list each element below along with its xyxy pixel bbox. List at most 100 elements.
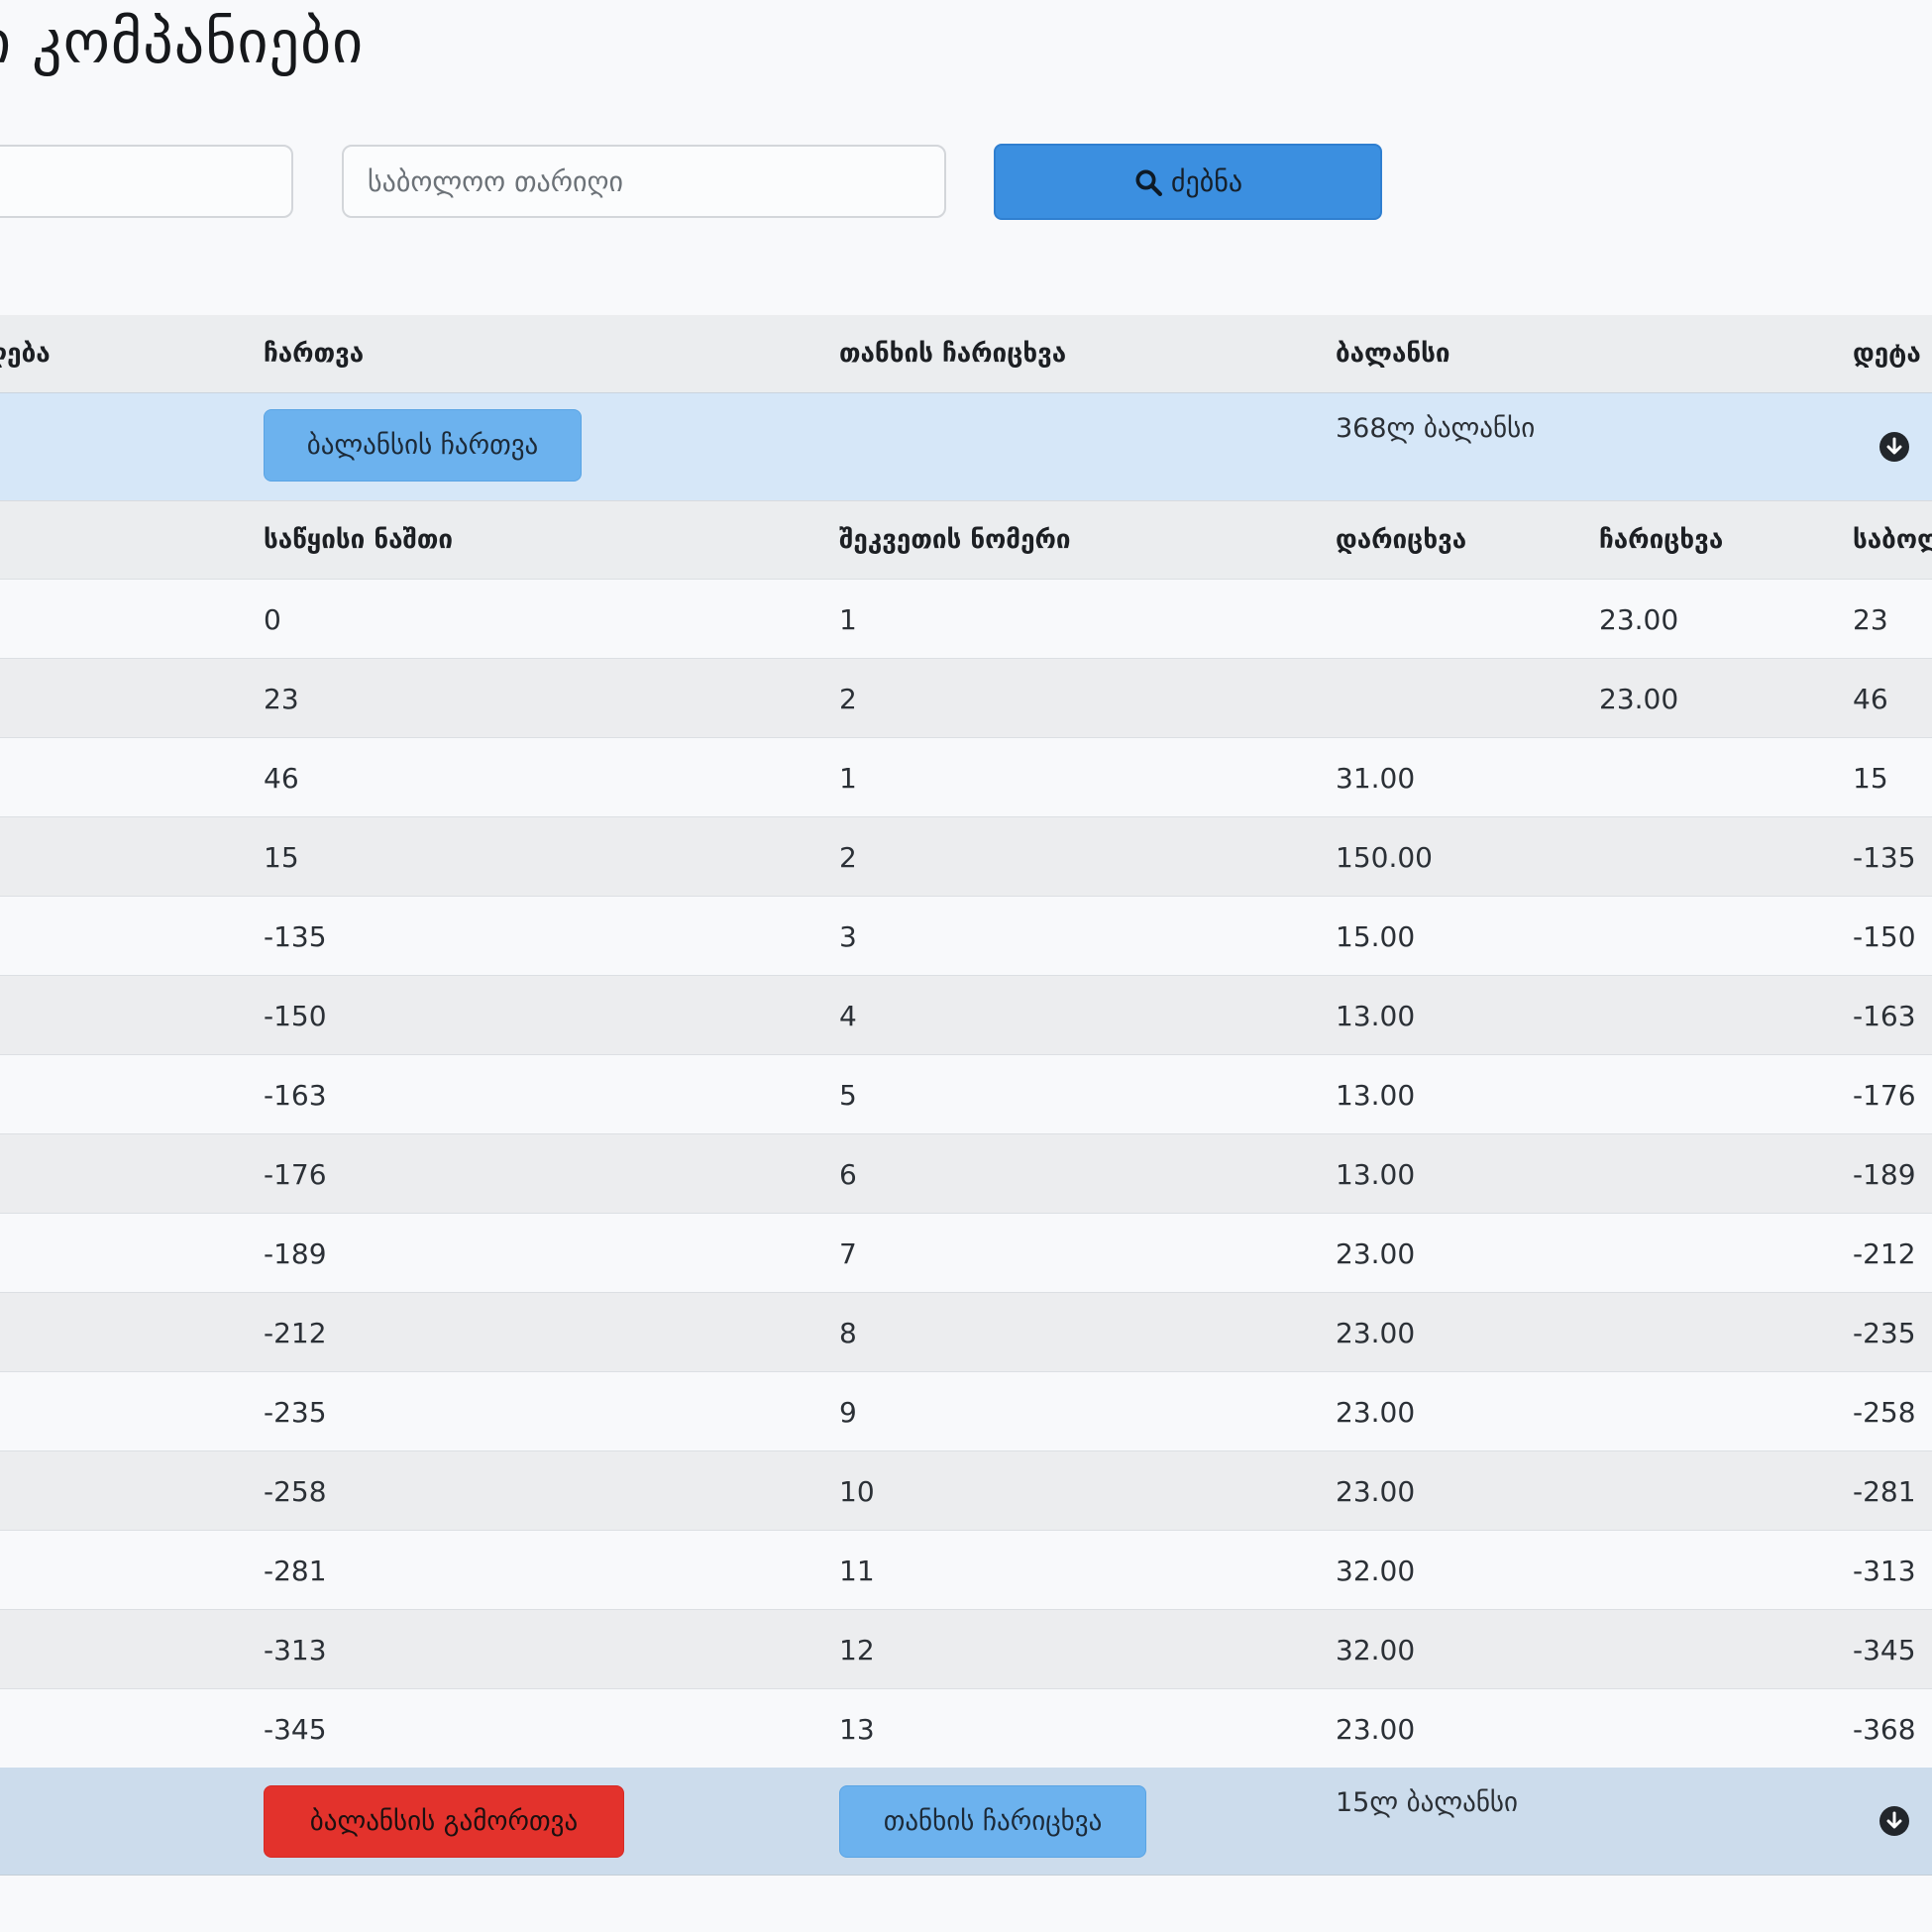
header-cell: თანხის ჩარიცხვა <box>839 339 1067 369</box>
start-date-input[interactable] <box>0 145 293 218</box>
cell-initial: -176 <box>264 1157 327 1191</box>
cell-debit: 150.00 <box>1336 840 1433 874</box>
cell-final: -258 <box>1853 1395 1916 1429</box>
header-cell: შეკვეთის ნომერი <box>839 525 1071 555</box>
cell-initial: -135 <box>264 919 327 953</box>
table-row: -150 4 13.00 -163 <box>0 975 1932 1055</box>
table-row: 23 2 23.00 46 <box>0 658 1932 738</box>
search-label: ძებნა <box>1170 165 1243 198</box>
header-cell: დეტა <box>1853 339 1921 369</box>
cell-debit: 23.00 <box>1336 1474 1416 1508</box>
cell-debit: 23.00 <box>1336 1395 1416 1429</box>
cell-final: -235 <box>1853 1316 1916 1349</box>
search-icon <box>1135 169 1162 196</box>
deposit-button[interactable]: თანხის ჩარიცხვა <box>839 1785 1146 1858</box>
table-row: -281 11 32.00 -313 <box>0 1530 1932 1610</box>
cell-final: 23 <box>1853 602 1888 636</box>
header-cell: ღება <box>0 339 51 369</box>
cell-order: 10 <box>839 1474 875 1508</box>
header-cell: საბოლ <box>1853 525 1932 555</box>
cell-order: 13 <box>839 1712 875 1746</box>
cell-debit: 15.00 <box>1336 919 1416 953</box>
cell-initial: -345 <box>264 1712 327 1746</box>
cell-final: -135 <box>1853 840 1916 874</box>
table-row: -189 7 23.00 -212 <box>0 1213 1932 1293</box>
cell-initial: -212 <box>264 1316 327 1349</box>
table-row: -313 12 32.00 -345 <box>0 1609 1932 1689</box>
cell-initial: -150 <box>264 999 327 1032</box>
cell-final: -368 <box>1853 1712 1916 1746</box>
cell-debit: 13.00 <box>1336 1157 1416 1191</box>
header-cell: საწყისი ნაშთი <box>264 525 454 555</box>
expand-icon[interactable] <box>1878 431 1910 463</box>
cell-debit: 32.00 <box>1336 1554 1416 1587</box>
table-row: 46 1 31.00 15 <box>0 737 1932 817</box>
cell-final: -176 <box>1853 1078 1916 1112</box>
cell-final: -163 <box>1853 999 1916 1032</box>
cell-initial: -281 <box>264 1554 327 1587</box>
cell-order: 12 <box>839 1633 875 1666</box>
table-row: 15 2 150.00 -135 <box>0 816 1932 897</box>
cell-debit: 23.00 <box>1336 1712 1416 1746</box>
cell-order: 1 <box>839 761 857 795</box>
cell-initial: -163 <box>264 1078 327 1112</box>
cell-order: 1 <box>839 602 857 636</box>
header-cell: ბალანსი <box>1336 339 1450 369</box>
balance-text: 368ლ ბალანსი <box>1336 413 1536 444</box>
cell-final: 46 <box>1853 682 1888 715</box>
company-summary-row: ბალანსის ჩართვა 368ლ ბალანსი <box>0 392 1932 500</box>
cell-final: -150 <box>1853 919 1916 953</box>
cell-initial: 46 <box>264 761 299 795</box>
cell-order: 3 <box>839 919 857 953</box>
table-row: -212 8 23.00 -235 <box>0 1292 1932 1372</box>
cell-initial: -258 <box>264 1474 327 1508</box>
expand-icon[interactable] <box>1878 1805 1910 1837</box>
cell-initial: -189 <box>264 1236 327 1270</box>
cell-final: -345 <box>1853 1633 1916 1666</box>
cell-initial: -313 <box>264 1633 327 1666</box>
cell-order: 7 <box>839 1236 857 1270</box>
cell-debit: 13.00 <box>1336 1078 1416 1112</box>
cell-order: 11 <box>839 1554 875 1587</box>
cell-final: -281 <box>1853 1474 1916 1508</box>
deactivate-balance-label: ბალანსის გამორთვა <box>309 1806 579 1837</box>
end-date-input[interactable] <box>342 145 946 218</box>
search-button[interactable]: ძებნა <box>994 144 1382 220</box>
table-header: ღება ჩართვა თანხის ჩარიცხვა ბალანსი დეტა <box>0 315 1932 392</box>
table-row: -258 10 23.00 -281 <box>0 1450 1932 1531</box>
table-row: -176 6 13.00 -189 <box>0 1133 1932 1214</box>
cell-initial: 0 <box>264 602 281 636</box>
cell-order: 2 <box>839 840 857 874</box>
cell-final: -189 <box>1853 1157 1916 1191</box>
cell-credit: 23.00 <box>1599 682 1679 715</box>
cell-debit: 13.00 <box>1336 999 1416 1032</box>
table-row: -235 9 23.00 -258 <box>0 1371 1932 1451</box>
cell-order: 4 <box>839 999 857 1032</box>
header-cell: ჩარიცხვა <box>1599 525 1724 555</box>
cell-initial: 23 <box>264 682 299 715</box>
deactivate-balance-button[interactable]: ბალანსის გამორთვა <box>264 1785 624 1858</box>
deposit-label: თანხის ჩარიცხვა <box>883 1806 1103 1837</box>
cell-order: 9 <box>839 1395 857 1429</box>
table-row: -163 5 13.00 -176 <box>0 1054 1932 1134</box>
cell-initial: -235 <box>264 1395 327 1429</box>
activate-balance-label: ბალანსის ჩართვა <box>306 430 539 461</box>
cell-final: -212 <box>1853 1236 1916 1270</box>
cell-debit: 32.00 <box>1336 1633 1416 1666</box>
table-row: 0 1 23.00 23 <box>0 579 1932 659</box>
table-row: -345 13 23.00 -368 <box>0 1688 1932 1769</box>
company-summary-row: ბალანსის გამორთვა თანხის ჩარიცხვა 15ლ ბა… <box>0 1768 1932 1876</box>
balance-text: 15ლ ბალანსი <box>1336 1787 1519 1818</box>
header-cell: დარიცხვა <box>1336 525 1467 555</box>
cell-debit: 23.00 <box>1336 1236 1416 1270</box>
details-header: საწყისი ნაშთი შეკვეთის ნომერი დარიცხვა ჩ… <box>0 500 1932 579</box>
activate-balance-button[interactable]: ბალანსის ჩართვა <box>264 409 582 482</box>
cell-debit: 31.00 <box>1336 761 1416 795</box>
cell-order: 5 <box>839 1078 857 1112</box>
cell-order: 2 <box>839 682 857 715</box>
table-row: -135 3 15.00 -150 <box>0 896 1932 976</box>
cell-initial: 15 <box>264 840 299 874</box>
page-title: ი კომპანიები <box>0 8 365 77</box>
header-cell: ჩართვა <box>264 339 365 369</box>
cell-order: 6 <box>839 1157 857 1191</box>
